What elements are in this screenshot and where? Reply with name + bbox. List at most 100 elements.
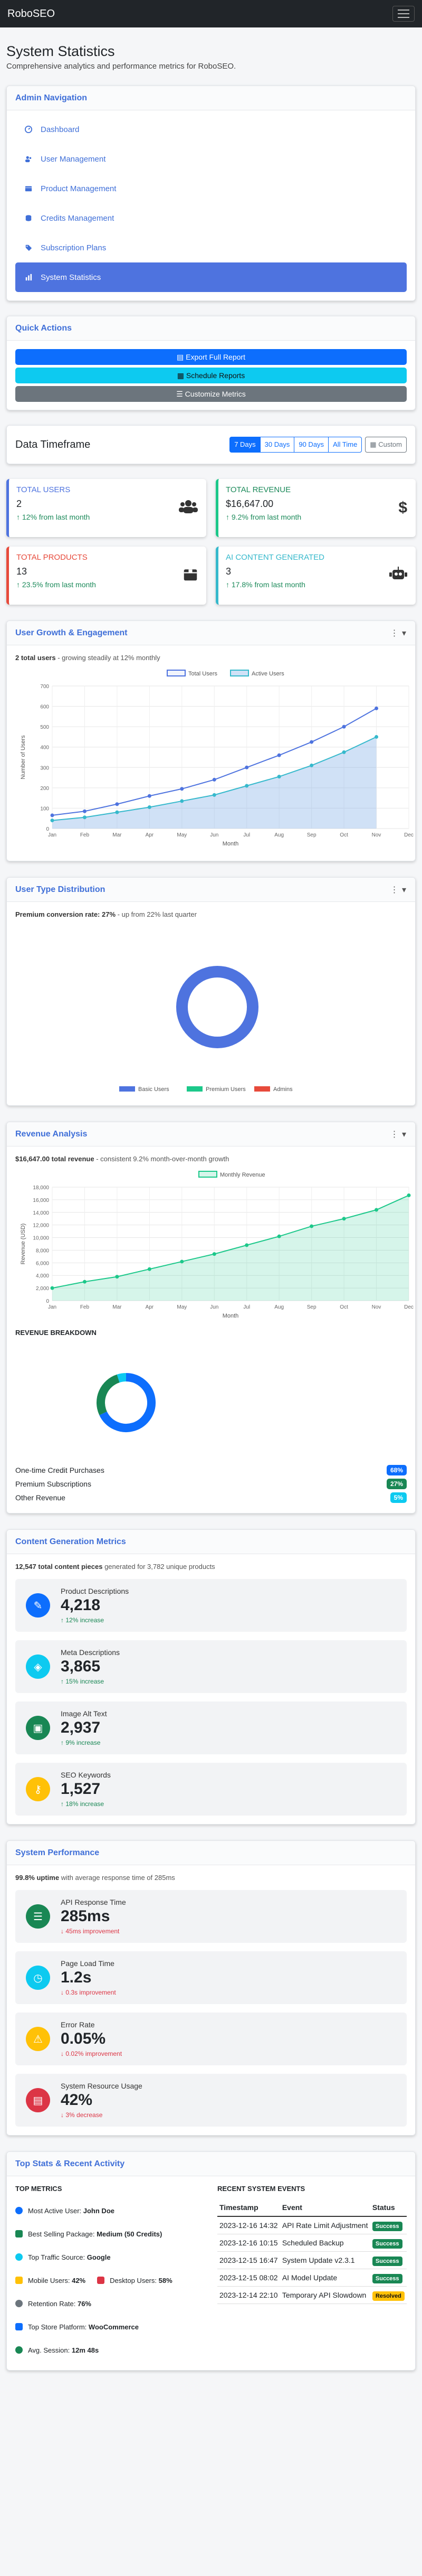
x-tick-label: Aug: [274, 832, 284, 838]
top-metric-row: Avg. Session: 12m 48s: [15, 2338, 205, 2362]
desktop-icon: [97, 2277, 105, 2284]
table-row: 2023-12-16 10:15 Scheduled Backup Success: [217, 2234, 407, 2252]
key-icon: ⚷: [26, 1777, 50, 1801]
metric-change: ↓ 3% decrease: [61, 2111, 103, 2119]
metric-change-text: 15% increase: [65, 1678, 104, 1685]
metric-value: WooCommerce: [88, 2323, 139, 2331]
revenue-title: Revenue Analysis: [15, 1129, 88, 1139]
metric-value: 3,865: [61, 1658, 101, 1675]
column-header: Status: [370, 2199, 407, 2217]
y-axis-label: Revenue (USD): [20, 1224, 26, 1265]
data-point: [115, 802, 119, 806]
x-tick-label: Dec: [404, 832, 414, 838]
menu-toggle-icon[interactable]: [392, 6, 415, 22]
event-timestamp: 2023-12-16 14:32: [217, 2216, 280, 2234]
mobile-icon: [15, 2277, 23, 2284]
schedule-reports-button[interactable]: ▦ Schedule Reports: [15, 368, 407, 383]
stat-label: AI CONTENT GENERATED: [226, 553, 324, 562]
y-tick-label: 0: [46, 826, 49, 832]
performance-summary: 99.8% uptime with average response time …: [15, 1874, 407, 1882]
nav-item-credits-management[interactable]: Credits Management: [15, 203, 407, 233]
data-point: [407, 1193, 411, 1198]
button-label: Export Full Report: [186, 353, 245, 361]
x-axis-label: Month: [223, 1313, 239, 1319]
event-timestamp: 2023-12-14 22:10: [217, 2286, 280, 2304]
metric-label: Retention Rate:: [28, 2299, 76, 2308]
breakdown-label: Premium Subscriptions: [15, 1480, 91, 1488]
metric-product-descriptions: ✎ Product Descriptions 4,218 ↑ 12% increase: [15, 1579, 407, 1632]
export-report-button[interactable]: ▤ Export Full Report: [15, 349, 407, 365]
data-point: [115, 810, 119, 814]
more-options-icon[interactable]: ⋮ ▾: [390, 885, 407, 895]
user-growth-card: User Growth & Engagement ⋮ ▾ 2 total user…: [6, 621, 416, 861]
x-tick-label: Mar: [112, 1304, 122, 1310]
nav-item-subscription-plans[interactable]: Subscription Plans: [15, 233, 407, 262]
image-icon: ▣: [26, 1716, 50, 1740]
x-tick-label: May: [177, 1304, 187, 1310]
data-point: [82, 809, 87, 813]
nav-item-user-management[interactable]: User Management: [15, 144, 407, 174]
data-point: [147, 1267, 151, 1271]
data-point: [212, 793, 216, 797]
column-header: Event: [280, 2199, 370, 2217]
top-metric-row: Mobile Users: 42% Desktop Users: 58%: [15, 2269, 205, 2292]
timeframe-7-days[interactable]: 7 Days: [229, 437, 261, 453]
data-point: [375, 1208, 379, 1212]
customize-metrics-button[interactable]: ☰ Customize Metrics: [15, 386, 407, 402]
users-icon: [179, 500, 198, 513]
metric-value: Google: [87, 2253, 111, 2261]
metric-change: ↓ 0.02% improvement: [61, 2050, 122, 2057]
legend-swatch: [230, 670, 249, 676]
stat-card-total-users: TOTAL USERS 2 ↑ 12% from last month: [6, 479, 206, 537]
revenue-breakdown-list: One-time Credit Purchases 68% Premium Sub…: [15, 1463, 407, 1505]
data-point: [212, 777, 216, 782]
timeframe-all-time[interactable]: All Time: [328, 437, 362, 453]
button-label: Customize Metrics: [185, 390, 246, 398]
legend-swatch: [198, 1171, 217, 1178]
metric-label: Mobile Users:: [28, 2276, 70, 2284]
timeframe-button-group: 7 Days 30 Days 90 Days All Time ▦ Custom: [229, 437, 407, 453]
stat-change-text: 9.2% from last month: [231, 513, 302, 521]
breakdown-label: Other Revenue: [15, 1493, 65, 1502]
nav-item-system-statistics[interactable]: System Statistics: [15, 262, 407, 292]
pie-slice: [117, 1373, 127, 1383]
legend-swatch: [119, 1086, 135, 1092]
table-row: 2023-12-14 22:10 Temporary API Slowdown Re…: [217, 2286, 407, 2304]
nav-item-dashboard[interactable]: Dashboard: [15, 115, 407, 144]
button-label: Schedule Reports: [186, 371, 245, 380]
pencil-icon: ✎: [26, 1593, 50, 1618]
breakdown-row: Other Revenue 5%: [15, 1491, 407, 1505]
more-options-icon[interactable]: ⋮ ▾: [390, 628, 407, 638]
metric-change-text: 0.02% improvement: [65, 2050, 122, 2057]
globe-icon: [15, 2253, 23, 2261]
metric-change: ↑ 15% increase: [61, 1678, 104, 1685]
metric-error-rate: ⚠ Error Rate 0.05% ↓ 0.02% improvement: [15, 2013, 407, 2065]
data-point: [147, 794, 151, 798]
breakdown-label: One-time Credit Purchases: [15, 1466, 104, 1474]
metric-meta-descriptions: ◈ Meta Descriptions 3,865 ↑ 15% increase: [15, 1640, 407, 1693]
timeframe-90-days[interactable]: 90 Days: [294, 437, 329, 453]
data-point: [245, 784, 249, 788]
timeframe-custom-button[interactable]: ▦ Custom: [365, 437, 407, 453]
y-tick-label: 12,000: [33, 1223, 49, 1229]
x-tick-label: Mar: [112, 832, 122, 838]
summary-highlight: 2 total users: [15, 654, 56, 662]
more-options-icon[interactable]: ⋮ ▾: [390, 1129, 407, 1140]
nav-item-product-management[interactable]: Product Management: [15, 174, 407, 203]
event-name: API Rate Limit Adjustment: [280, 2216, 370, 2234]
metric-label: Meta Descriptions: [61, 1648, 120, 1657]
timeframe-30-days[interactable]: 30 Days: [260, 437, 295, 453]
y-tick-label: 16,000: [33, 1198, 49, 1204]
metric-change: ↑ 9% increase: [61, 1739, 101, 1746]
nav-item-label: Product Management: [41, 184, 117, 193]
brand-logo[interactable]: RoboSEO: [7, 8, 55, 20]
metric-label: Page Load Time: [61, 1959, 114, 1968]
x-axis-label: Month: [223, 841, 239, 847]
file-export-icon: ▤: [177, 352, 186, 361]
system-performance-title: System Performance: [15, 1848, 100, 1857]
server-icon: ☰: [26, 1904, 50, 1929]
stat-card-ai-content: AI CONTENT GENERATED 3 ↑ 17.8% from last…: [216, 547, 416, 605]
stat-value: 3: [226, 566, 232, 577]
stat-value: 13: [16, 566, 27, 577]
x-tick-label: Aug: [274, 1304, 284, 1310]
